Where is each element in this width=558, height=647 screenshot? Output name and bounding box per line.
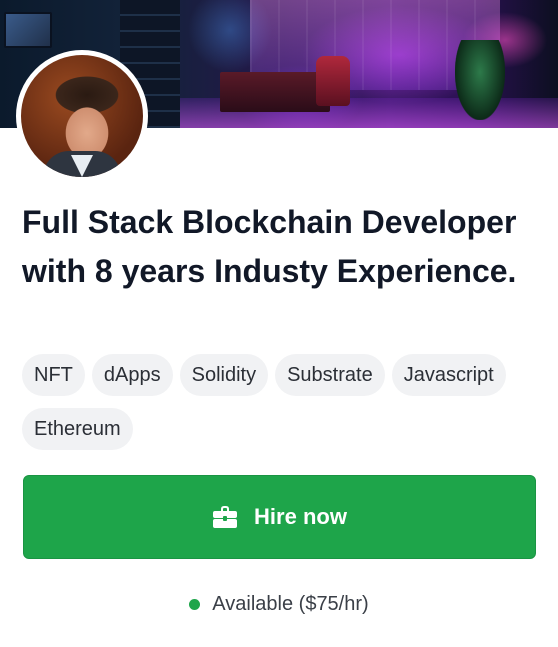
briefcase-icon xyxy=(212,505,238,529)
avatar xyxy=(16,50,148,182)
tag-dapps[interactable]: dApps xyxy=(91,354,173,396)
skill-tags: NFT dApps Solidity Substrate Javascript … xyxy=(22,354,542,450)
tag-ethereum[interactable]: Ethereum xyxy=(22,408,133,450)
tag-substrate[interactable]: Substrate xyxy=(275,354,385,396)
availability-status: Available ($75/hr) xyxy=(0,588,558,620)
availability-text: Available ($75/hr) xyxy=(212,592,369,615)
tag-nft[interactable]: NFT xyxy=(22,354,85,396)
hire-now-button[interactable]: Hire now xyxy=(23,475,536,559)
tag-solidity[interactable]: Solidity xyxy=(179,354,269,396)
tag-javascript[interactable]: Javascript xyxy=(391,354,506,396)
profile-title: Full Stack Blockchain Developer with 8 y… xyxy=(22,204,517,289)
hire-now-label: Hire now xyxy=(254,504,347,529)
status-dot-icon xyxy=(189,598,201,610)
